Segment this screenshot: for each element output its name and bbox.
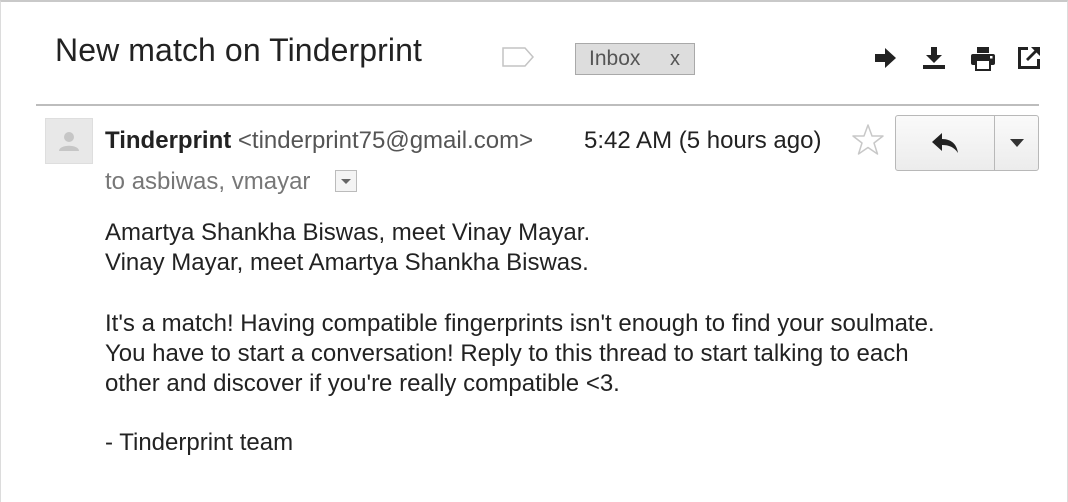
star-icon[interactable]: [851, 123, 885, 157]
reply-button[interactable]: [896, 116, 995, 170]
download-icon[interactable]: [920, 44, 948, 72]
inbox-label-text: Inbox: [589, 47, 641, 70]
email-view: New match on Tinderprint Inbox x Tinderp…: [0, 0, 1068, 502]
dropdown-arrow-icon: [341, 179, 351, 184]
sender-name[interactable]: Tinderprint: [105, 127, 231, 154]
inbox-label-chip: Inbox x: [575, 43, 695, 75]
avatar: [45, 118, 93, 164]
chevron-down-icon: [1009, 139, 1024, 147]
more-actions-button[interactable]: [995, 116, 1038, 170]
email-subject: New match on Tinderprint: [55, 32, 423, 68]
remove-label-button[interactable]: x: [670, 48, 680, 71]
forward-arrow-icon[interactable]: [871, 44, 899, 72]
body-signature: - Tinderprint team: [105, 429, 294, 456]
recipients-prefix: to: [105, 168, 126, 195]
body-paragraph-line-2: You have to start a conversation! Reply …: [105, 340, 909, 367]
header-divider: [36, 104, 1039, 106]
print-icon[interactable]: [969, 44, 997, 72]
body-intro-line-1: Amartya Shankha Biswas, meet Vinay Mayar…: [105, 219, 591, 246]
body-intro-line-2: Vinay Mayar, meet Amartya Shankha Biswas…: [105, 249, 589, 276]
sender-email: <tinderprint75@gmail.com>: [237, 127, 533, 154]
label-tag-icon[interactable]: [501, 46, 535, 68]
message-timestamp: 5:42 AM (5 hours ago): [584, 127, 822, 154]
recipients-line: to asbiwas, vmayar: [105, 168, 310, 196]
default-avatar-icon: [59, 132, 79, 151]
sender-line: Tinderprint <tinderprint75@gmail.com>: [105, 127, 533, 155]
reply-button-group: [895, 115, 1039, 171]
show-details-button[interactable]: [335, 170, 357, 192]
recipients-list: asbiwas, vmayar: [131, 168, 311, 195]
body-paragraph-line-3: other and discover if you're really comp…: [105, 370, 620, 397]
open-in-new-window-icon[interactable]: [1015, 44, 1043, 72]
reply-arrow-icon: [932, 133, 958, 153]
body-paragraph-line-1: It's a match! Having compatible fingerpr…: [105, 310, 935, 337]
